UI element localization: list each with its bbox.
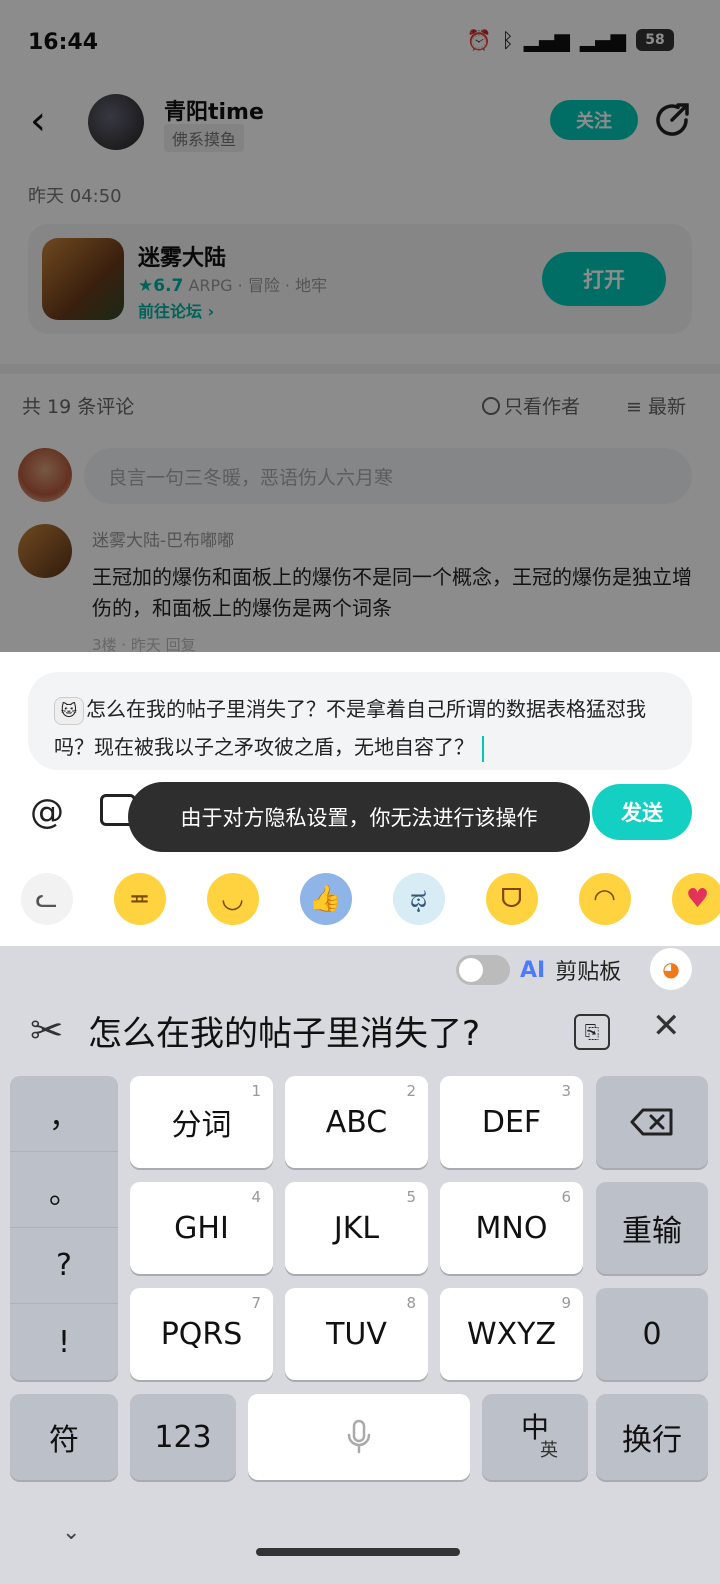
emoji-tongue[interactable]: ◠ <box>558 862 651 936</box>
send-button[interactable]: 发送 <box>592 784 692 840</box>
key-num: 3 <box>561 1082 571 1100</box>
punc-exclaim[interactable]: ! <box>10 1304 118 1380</box>
emoji-heart-smile[interactable]: ♥ <box>651 862 720 936</box>
reply-text: 怎么在我的帖子里消失了？不是拿着自己所谓的数据表格猛怼我吗？现在被我以子之矛攻彼… <box>54 697 646 759</box>
key-label: ABC <box>325 1104 388 1140</box>
lang-main: 中 <box>520 1411 549 1444</box>
reenter-key[interactable]: 重输 <box>596 1182 708 1274</box>
key-num: 7 <box>251 1294 261 1312</box>
emoji-grimace[interactable]: ≖ <box>93 862 186 936</box>
language-switch-key[interactable]: 中 英 <box>482 1394 588 1480</box>
emoji-crying[interactable]: ಥ <box>372 862 465 936</box>
scissors-icon: ✂ <box>30 1008 64 1054</box>
key-3[interactable]: DEF 3 <box>440 1076 583 1168</box>
punc-question[interactable]: ? <box>10 1228 118 1304</box>
cat-emoji-icon: 🐱 <box>54 696 84 725</box>
key-2[interactable]: ABC 2 <box>285 1076 428 1168</box>
key-num: 5 <box>406 1188 416 1206</box>
punc-comma[interactable]: ， <box>10 1076 118 1152</box>
text-cursor <box>482 735 484 762</box>
zero-key[interactable]: 0 <box>596 1288 708 1380</box>
key-9[interactable]: WXYZ 9 <box>440 1288 583 1380</box>
newline-key[interactable]: 换行 <box>596 1394 708 1480</box>
ai-clipboard-bar: AI 剪贴板 <box>456 954 621 986</box>
close-icon[interactable]: ✕ <box>652 1006 681 1046</box>
clipboard-manage-icon[interactable]: ⎘ <box>574 1014 610 1050</box>
key-8[interactable]: TUV 8 <box>285 1288 428 1380</box>
key-num: 4 <box>251 1188 261 1206</box>
key-label: MNO <box>475 1210 548 1246</box>
key-num: 2 <box>406 1082 416 1100</box>
key-label: GHI <box>174 1210 229 1246</box>
emoji-grin[interactable]: ᗜ <box>465 862 558 936</box>
key-num: 8 <box>406 1294 416 1312</box>
key-label: WXYZ <box>466 1316 557 1352</box>
reply-input[interactable]: 🐱 怎么在我的帖子里消失了？不是拿着自己所谓的数据表格猛怼我吗？现在被我以子之矛攻… <box>28 672 692 770</box>
clipboard-label[interactable]: 剪贴板 <box>555 954 621 986</box>
key-label: 分词 <box>171 1108 232 1143</box>
keyboard: AI 剪贴板 ◕ ✂ 怎么在我的帖子里消失了? ⎘ ✕ ， 。 ? ! 分词 1 … <box>0 946 720 1584</box>
backspace-icon <box>630 1108 673 1136</box>
key-label: PQRS <box>160 1316 243 1352</box>
ai-label: AI <box>520 957 546 983</box>
emoji-thumbs-up[interactable]: 👍 <box>279 862 372 936</box>
key-6[interactable]: MNO 6 <box>440 1182 583 1274</box>
key-1[interactable]: 分词 1 <box>130 1076 273 1168</box>
number-key[interactable]: 123 <box>130 1394 236 1480</box>
ai-toggle[interactable] <box>456 955 510 985</box>
key-label: TUV <box>326 1316 387 1352</box>
backspace-key[interactable] <box>596 1076 708 1168</box>
punc-period[interactable]: 。 <box>10 1152 118 1228</box>
emoji-cat-face[interactable]: ᓚ <box>0 862 93 936</box>
privacy-toast: 由于对方隐私设置，你无法进行该操作 <box>128 782 590 852</box>
key-num: 1 <box>251 1082 261 1100</box>
key-label: JKL <box>333 1210 380 1246</box>
punctuation-column: ， 。 ? ! <box>10 1076 118 1380</box>
mascot-icon[interactable]: ◕ <box>650 948 692 990</box>
space-key[interactable] <box>248 1394 470 1480</box>
key-num: 9 <box>561 1294 571 1312</box>
key-label: DEF <box>481 1104 542 1140</box>
key-4[interactable]: GHI 4 <box>130 1182 273 1274</box>
emoji-row: ᓚ ≖ ◡ 👍 ಥ ᗜ ◠ ♥ <box>0 862 720 936</box>
clipboard-suggestion: ✂ 怎么在我的帖子里消失了? ⎘ ✕ <box>0 1000 720 1064</box>
symbol-key[interactable]: 符 <box>10 1394 118 1480</box>
key-5[interactable]: JKL 5 <box>285 1182 428 1274</box>
screen: 16:44 ⏰ ᛒ ▂▄▆ ▂▄▆ 58 ‹ 青阳time 佛系摸鱼 关注 昨天… <box>0 0 720 1584</box>
dim-overlay[interactable] <box>0 0 720 652</box>
home-indicator[interactable] <box>256 1548 460 1556</box>
post-page: 16:44 ⏰ ᛒ ▂▄▆ ▂▄▆ 58 ‹ 青阳time 佛系摸鱼 关注 昨天… <box>0 0 720 654</box>
reply-panel: 🐱 怎么在我的帖子里消失了？不是拿着自己所谓的数据表格猛怼我吗？现在被我以子之矛攻… <box>0 652 720 946</box>
lang-sub: 英 <box>540 1440 558 1461</box>
key-7[interactable]: PQRS 7 <box>130 1288 273 1380</box>
emoji-smirk[interactable]: ◡ <box>186 862 279 936</box>
mention-button[interactable]: @ <box>30 792 64 832</box>
key-num: 6 <box>561 1188 571 1206</box>
microphone-icon <box>347 1419 371 1454</box>
clipboard-text[interactable]: 怎么在我的帖子里消失了? <box>88 1006 480 1055</box>
collapse-keyboard-icon[interactable]: ⌄ <box>62 1520 80 1545</box>
